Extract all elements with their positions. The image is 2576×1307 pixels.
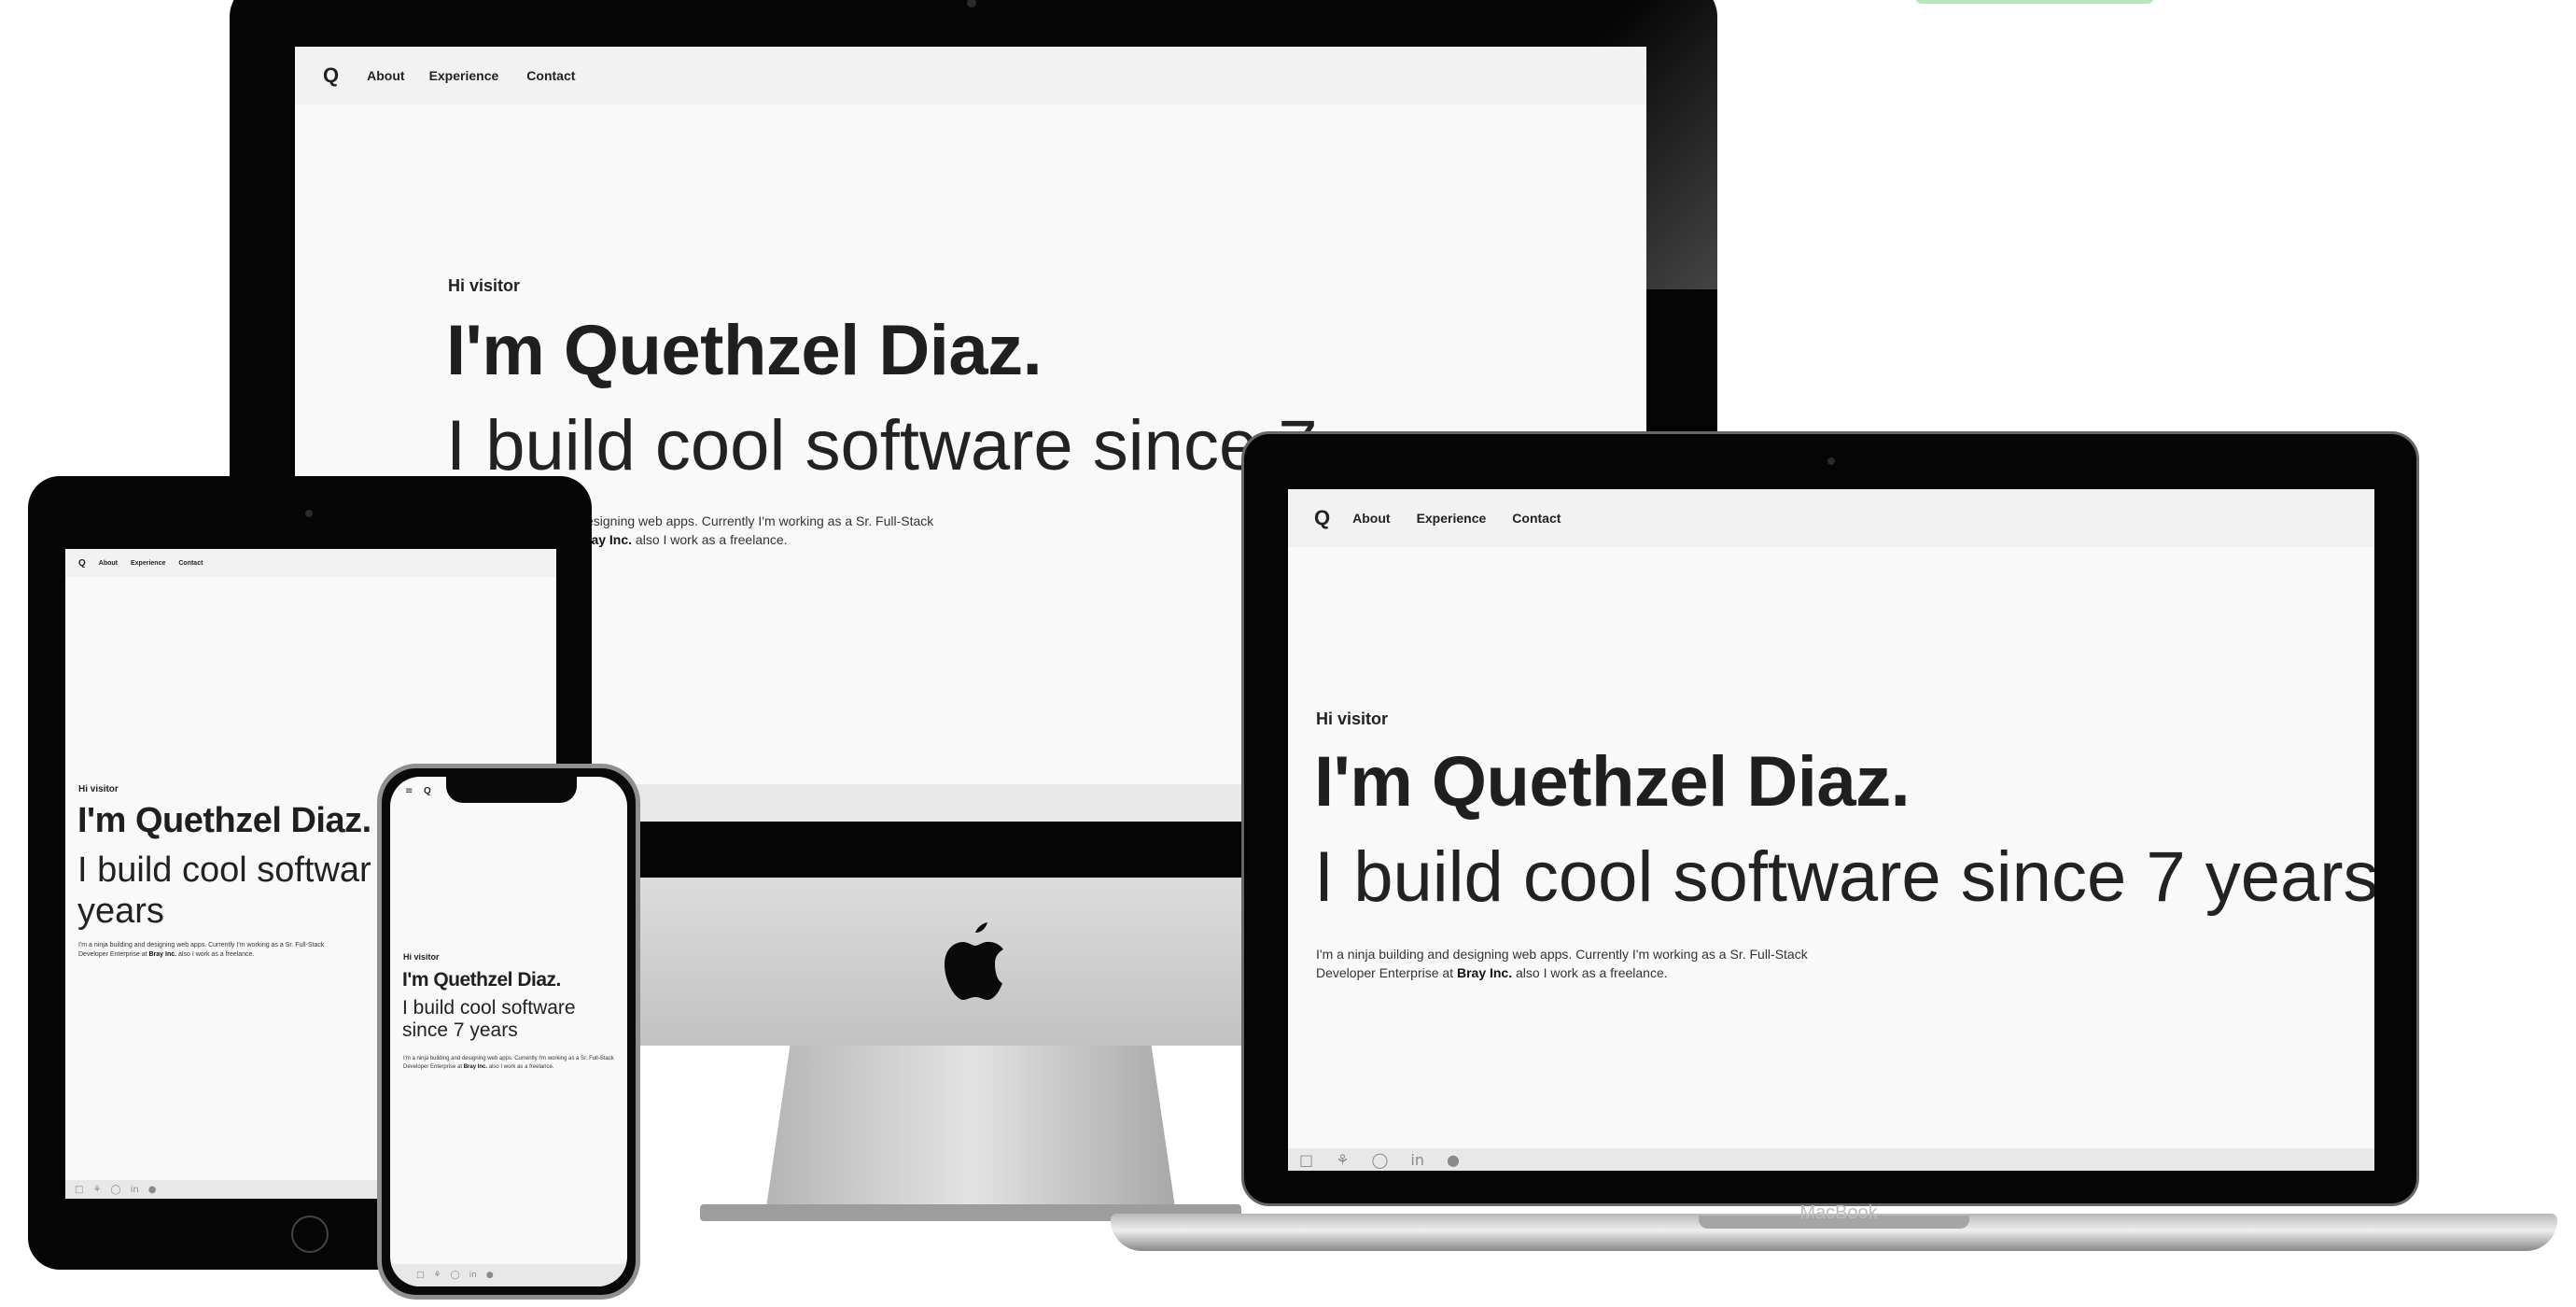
instagram-icon[interactable]: □: [1299, 1151, 1313, 1169]
instagram-icon[interactable]: □: [75, 1185, 83, 1195]
hero-name: I'm Quethzel Diaz.: [1314, 742, 1911, 822]
iphone-notch: [446, 775, 577, 803]
bio-line-1: I'm a ninja building and designing web a…: [403, 1056, 614, 1061]
imac-navbar: Q About Experience Contact: [295, 47, 1646, 105]
nav-experience[interactable]: Experience: [429, 68, 499, 83]
tagline-line-1: I build cool software: [402, 997, 576, 1019]
globe-icon[interactable]: ●: [1447, 1151, 1460, 1169]
imac-stand: [765, 1046, 1176, 1214]
tagline-line-2: years: [77, 892, 164, 931]
greeting: Hi visitor: [1316, 710, 1389, 728]
hero-bio: I'm a ninja building and designing web a…: [1316, 945, 1808, 982]
bio-suffix: also I work as a freelance.: [1516, 965, 1668, 980]
bio-line-1: I'm a ninja building and designing web a…: [78, 942, 325, 949]
dribbble-icon[interactable]: ⚘: [92, 1185, 101, 1195]
bio-suffix: also I work as a freelance.: [635, 532, 788, 547]
github-icon[interactable]: ◯: [1371, 1151, 1388, 1169]
logo[interactable]: Q: [78, 558, 86, 569]
hero-tagline: I build cool software since 7: [446, 406, 1318, 485]
ipad-navbar: Q About Experience Contact: [65, 549, 556, 577]
bio-company[interactable]: Bray Inc.: [149, 951, 177, 958]
hero-tagline: I build cool software since 7 years: [402, 997, 576, 1042]
green-badge: [1915, 0, 2154, 4]
bio-company[interactable]: ray Inc.: [586, 532, 632, 547]
nav-contact[interactable]: Contact: [526, 68, 575, 83]
menu-icon[interactable]: ≡: [405, 786, 413, 796]
greeting: Hi visitor: [403, 952, 440, 962]
linkedin-icon[interactable]: in: [469, 1271, 477, 1280]
nav-about[interactable]: About: [99, 560, 118, 567]
bio-company[interactable]: Bray Inc.: [464, 1064, 487, 1070]
hero-name: I'm Quethzel Diaz.: [446, 311, 1043, 390]
nav-contact[interactable]: Contact: [178, 560, 203, 567]
bio-prefix: Developer Enterprise at: [403, 1064, 463, 1070]
nav-contact[interactable]: Contact: [1512, 511, 1561, 526]
greeting: Hi visitor: [78, 784, 119, 794]
bio-line-2: Developer Enterprise at Bray Inc. also I…: [1316, 963, 1808, 982]
hero-bio: I'm a ninja building and designing web a…: [403, 1055, 623, 1072]
nav-experience[interactable]: Experience: [131, 560, 165, 567]
bio-line-2: Developer Enterprise at Bray Inc. also I…: [78, 950, 324, 960]
bio-suffix: also I work as a freelance.: [488, 1064, 554, 1070]
macbook-camera: [1827, 457, 1835, 465]
bio-suffix: also I work as a freelance.: [178, 951, 255, 958]
tagline-line-1: I build cool softwar: [77, 850, 371, 890]
instagram-icon[interactable]: □: [416, 1271, 425, 1280]
dribbble-icon[interactable]: ⚘: [1336, 1151, 1349, 1169]
macbook-label: MacBook: [1799, 1202, 1878, 1223]
bio-line-1: I'm a ninja building and designing web a…: [1316, 947, 1808, 962]
macbook-screen: Q About Experience Contact Hi visitor I'…: [1288, 489, 2374, 1171]
github-icon[interactable]: ◯: [451, 1271, 460, 1280]
logo[interactable]: Q: [323, 63, 339, 88]
bio-company[interactable]: Bray Inc.: [1457, 965, 1512, 980]
linkedin-icon[interactable]: in: [1410, 1151, 1424, 1169]
bio-line-1: esigning web apps. Currently I'm working…: [586, 513, 934, 528]
iphone-screen: ≡ Q Hi visitor I'm Quethzel Diaz. I buil…: [390, 777, 627, 1286]
hero-tagline: I build cool software since 7 years: [1314, 837, 2374, 917]
bio-line-2: ray Inc. also I work as a freelance.: [586, 530, 933, 549]
apple-logo-icon: [945, 922, 1003, 1000]
linkedin-icon[interactable]: in: [131, 1185, 139, 1195]
bio-prefix: Developer Enterprise at: [1316, 965, 1454, 980]
bio-prefix: Developer Enterprise at: [78, 951, 147, 958]
nav-about[interactable]: About: [367, 68, 404, 83]
nav-about[interactable]: About: [1352, 511, 1390, 526]
nav-experience[interactable]: Experience: [1417, 511, 1487, 526]
iphone-footer: □ ⚘ ◯ in ●: [390, 1264, 627, 1286]
hero-bio: I'm a ninja building and designing web a…: [78, 941, 324, 960]
globe-icon[interactable]: ●: [148, 1185, 157, 1195]
macbook-footer: □ ⚘ ◯ in ●: [1288, 1148, 2374, 1171]
hero-name: I'm Quethzel Diaz.: [402, 969, 561, 991]
globe-icon[interactable]: ●: [486, 1271, 494, 1280]
github-icon[interactable]: ◯: [110, 1185, 120, 1195]
tagline-line-2: since 7 years: [402, 1019, 518, 1041]
ipad-home-button[interactable]: [291, 1216, 329, 1253]
ipad-camera: [305, 510, 313, 517]
hero-name: I'm Quethzel Diaz.: [77, 801, 371, 840]
logo[interactable]: Q: [1314, 506, 1330, 530]
hero-bio: esigning web apps. Currently I'm working…: [586, 512, 933, 549]
logo[interactable]: Q: [424, 786, 431, 796]
greeting: Hi visitor: [448, 276, 521, 295]
hero-tagline: I build cool softwar years: [77, 850, 371, 932]
dribbble-icon[interactable]: ⚘: [434, 1271, 441, 1280]
macbook-navbar: Q About Experience Contact: [1288, 489, 2374, 547]
